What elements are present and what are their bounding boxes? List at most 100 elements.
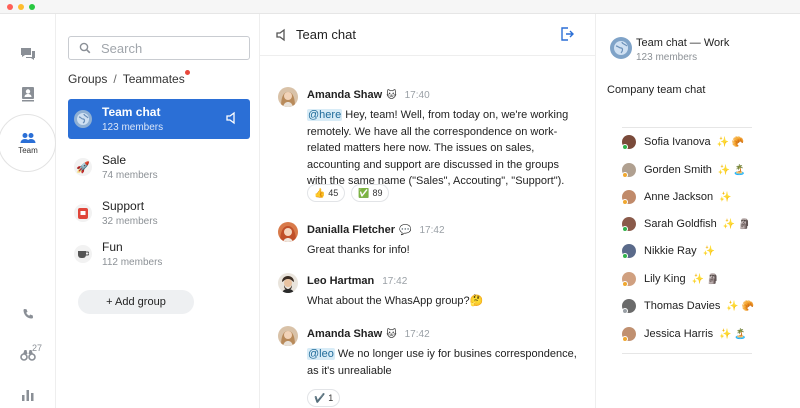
group-item-fun[interactable]: Fun 112 members <box>68 234 250 274</box>
message-item: Amanda Shaw 🐱 17:42 @leo We no longer us… <box>278 326 590 408</box>
reaction-count: 1 <box>328 393 334 403</box>
reactions-bar: 👍 45 ✅ 89 <box>307 184 390 202</box>
member-item[interactable]: Anne Jackson ✨ <box>622 190 732 205</box>
rail-chats-button[interactable] <box>0 42 56 66</box>
avatar[interactable] <box>278 273 298 293</box>
member-item[interactable]: Sofia Ivanova ✨ 🥐 <box>622 135 744 150</box>
group-name: Fun <box>102 240 123 254</box>
message-body: We no longer use iy for busines correspo… <box>307 348 577 377</box>
divider <box>622 353 752 354</box>
rail-stats-button[interactable] <box>0 386 56 404</box>
message-author[interactable]: Danialla Fletcher <box>307 224 395 236</box>
speech-bubble-icon: 💬 <box>399 224 412 236</box>
search-placeholder: Search <box>101 40 143 56</box>
member-name: Sarah Goldfish <box>644 218 717 230</box>
status-dot <box>622 253 628 259</box>
avatar <box>622 190 636 205</box>
check-mark-icon: ✅ <box>358 187 370 198</box>
member-name: Anne Jackson <box>644 191 714 203</box>
info-description: Company team chat <box>607 84 706 96</box>
avatar <box>622 299 636 314</box>
status-dot <box>622 336 628 342</box>
avatar[interactable] <box>278 222 298 242</box>
avatar[interactable] <box>278 87 298 107</box>
reactions-bar: ✔️ 1 <box>307 389 341 407</box>
mention-tag[interactable]: @leo <box>307 348 335 360</box>
message-time: 17:42 <box>419 224 445 236</box>
member-item[interactable]: Gorden Smith ✨ 🏝️ <box>622 163 746 178</box>
group-item-team-chat[interactable]: Team chat 123 members <box>68 99 250 139</box>
chat-info-panel: Team chat — Work 123 members Company tea… <box>596 14 800 408</box>
breadcrumb-groups[interactable]: Groups <box>68 72 107 86</box>
coffee-icon <box>74 245 92 263</box>
message-time: 17:42 <box>404 328 430 340</box>
zoom-window-button[interactable] <box>29 4 35 10</box>
check-mark-icon: ✔️ <box>314 392 326 403</box>
reaction-thumbs-up[interactable]: 👍 45 <box>307 184 346 202</box>
rail-team-label: Team <box>18 145 38 155</box>
calls-count-badge: 27 <box>32 343 43 353</box>
reaction-check[interactable]: ✅ 89 <box>351 184 390 202</box>
member-item[interactable]: Thomas Davies ✨ 🥐 <box>622 299 755 314</box>
close-window-button[interactable] <box>7 4 13 10</box>
phone-icon <box>23 309 33 319</box>
status-dot <box>622 281 628 287</box>
message-body: Great thanks for info! <box>307 244 410 256</box>
avatar[interactable] <box>278 326 298 346</box>
member-item[interactable]: Lily King ✨ 🗿 <box>622 272 719 287</box>
breadcrumb-teammates[interactable]: Teammates <box>123 70 190 86</box>
speaker-icon[interactable] <box>226 111 238 125</box>
leave-chat-icon[interactable] <box>560 27 574 41</box>
group-name: Support <box>102 199 145 213</box>
group-member-count: 112 members <box>102 257 163 268</box>
chat-bubbles-icon <box>21 48 35 60</box>
member-status-emojis: ✨ 🏝️ <box>717 164 746 176</box>
group-name: Team chat <box>102 105 161 119</box>
rail-team-button[interactable]: Team <box>0 124 56 162</box>
rail-calls-button[interactable] <box>0 304 56 324</box>
member-status-emojis: ✨ 🗿 <box>722 218 751 230</box>
member-status-emojis: ✨ 🥐 <box>726 300 755 312</box>
group-member-count: 123 members <box>102 122 164 133</box>
status-dot <box>622 199 628 205</box>
breadcrumb: Groups / Teammates <box>68 70 190 86</box>
minimize-window-button[interactable] <box>18 4 24 10</box>
member-item[interactable]: Jessica Harris ✨ 🏝️ <box>622 327 747 342</box>
contact-card-icon <box>22 87 34 102</box>
message-author[interactable]: Amanda Shaw <box>307 328 382 340</box>
rail-contacts-button[interactable] <box>0 82 56 106</box>
member-item[interactable]: Nikkie Ray ✨ <box>622 244 716 259</box>
member-status-emojis: ✨ <box>702 245 716 257</box>
breadcrumb-separator: / <box>113 72 117 86</box>
reaction-count: 89 <box>372 188 383 198</box>
mention-tag[interactable]: @here <box>307 109 343 121</box>
window-titlebar <box>0 0 800 14</box>
chat-pane: Team chat Amanda Shaw 🐱 17:40 @here Hey,… <box>260 14 596 408</box>
groups-panel: Search Groups / Teammates Team chat 123 … <box>56 14 260 408</box>
group-member-count: 74 members <box>102 170 158 181</box>
search-input[interactable]: Search <box>68 36 250 60</box>
message-author[interactable]: Amanda Shaw <box>307 89 382 101</box>
member-item[interactable]: Sarah Goldfish ✨ 🗿 <box>622 217 751 232</box>
group-item-sale[interactable]: 🚀 Sale 74 members <box>68 147 250 187</box>
message-item: Leo Hartman 17:42 What about the WhasApp… <box>278 273 590 313</box>
globe-icon <box>610 37 632 59</box>
member-name: Nikkie Ray <box>644 245 697 257</box>
member-status-emojis: ✨ <box>719 191 732 203</box>
group-item-support[interactable]: Support 32 members <box>68 193 250 233</box>
speaker-icon[interactable] <box>276 28 288 42</box>
avatar <box>622 272 636 287</box>
member-name: Sofia Ivanova <box>644 136 711 148</box>
search-icon <box>79 42 91 54</box>
cat-icon: 🐱 <box>386 328 397 340</box>
chat-header: Team chat <box>260 14 596 56</box>
message-author[interactable]: Leo Hartman <box>307 275 374 287</box>
rail-binoculars-button[interactable] <box>0 345 56 365</box>
avatar <box>622 217 636 232</box>
reaction-check[interactable]: ✔️ 1 <box>307 389 341 407</box>
message-text: @leo We no longer use iy for busines cor… <box>307 346 577 379</box>
info-member-count: 123 members <box>636 52 698 63</box>
add-group-button[interactable]: + Add group <box>78 290 194 314</box>
avatar <box>622 244 636 259</box>
avatar <box>622 135 636 150</box>
